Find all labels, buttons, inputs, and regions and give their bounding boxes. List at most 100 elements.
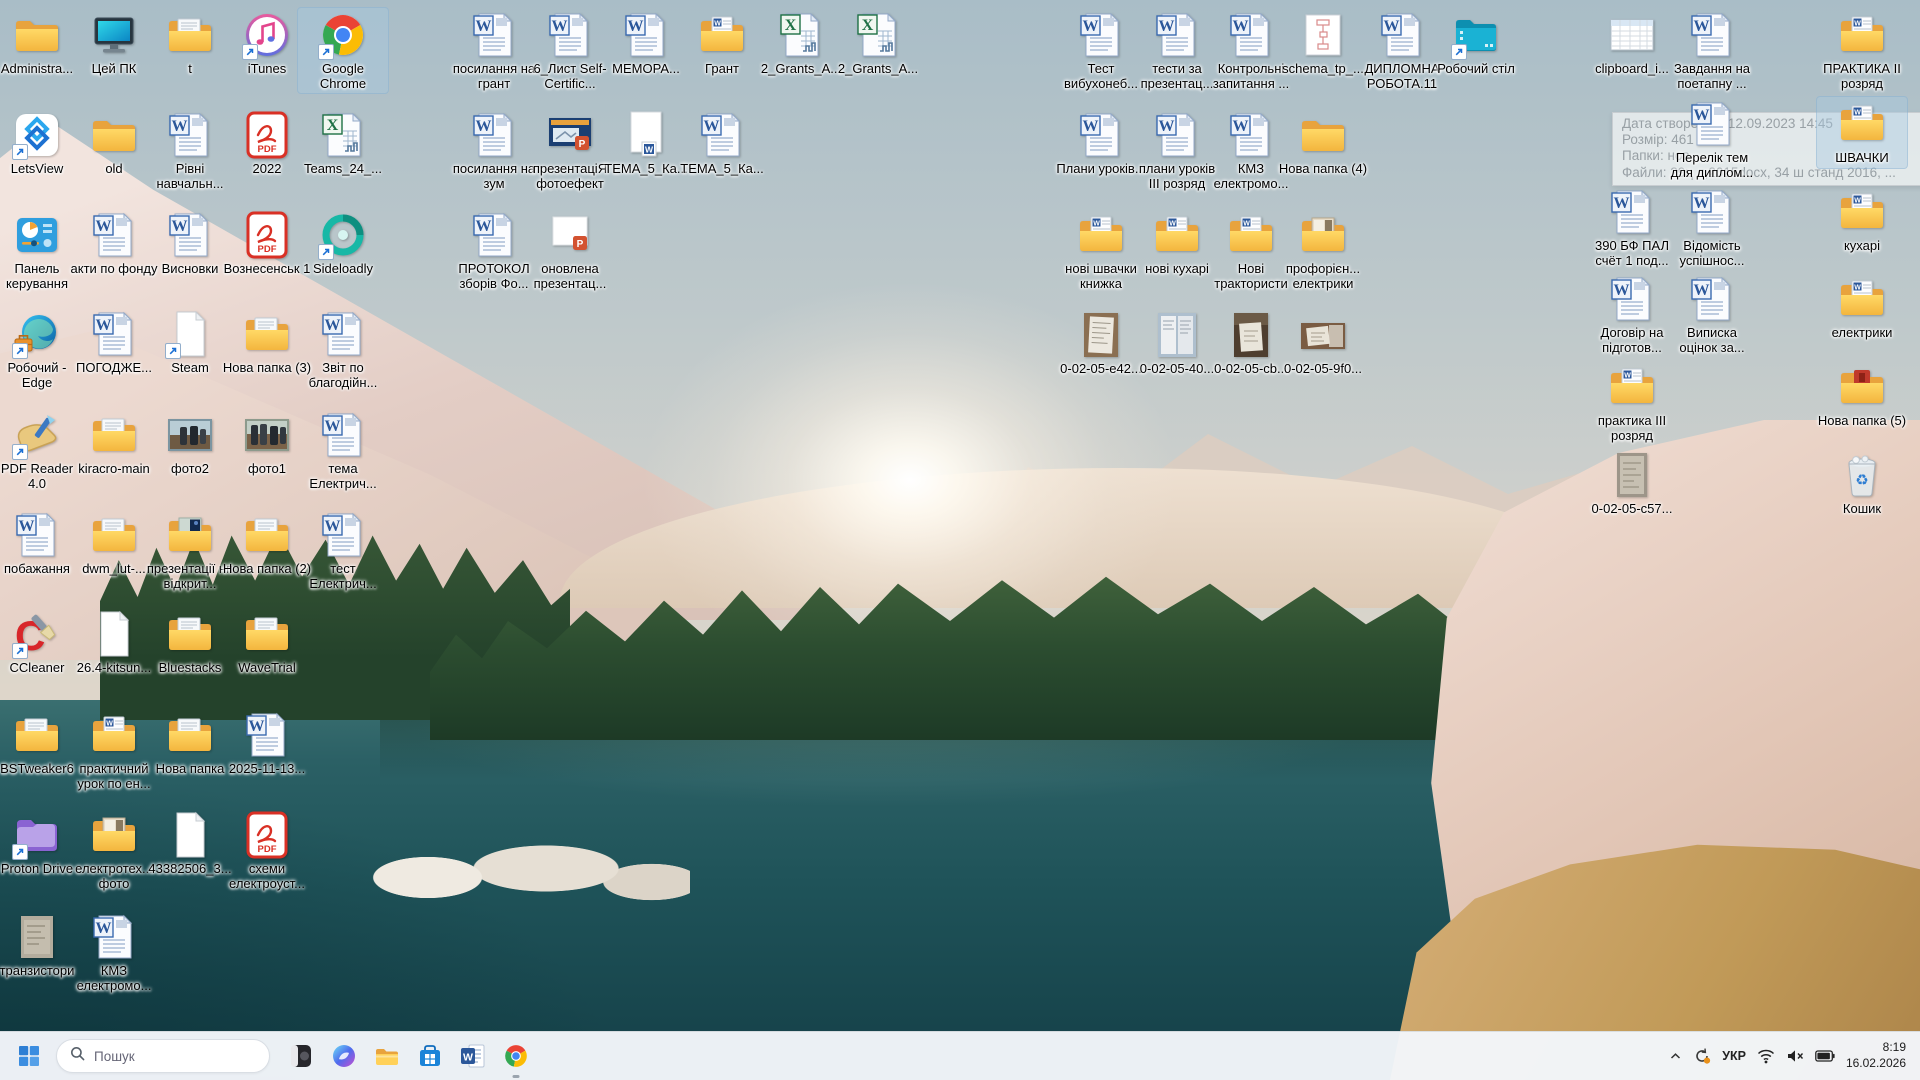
desktop-icon-label: kiracro-main bbox=[78, 462, 150, 477]
svg-text:♻: ♻ bbox=[1855, 471, 1868, 489]
desktop-icon[interactable]: Sideloadly bbox=[298, 208, 388, 279]
desktop-icon[interactable]: Wтема Електрич... bbox=[298, 408, 388, 493]
microsoft-store-icon[interactable] bbox=[415, 1041, 445, 1071]
desktop-icon[interactable]: Wкухарі bbox=[1817, 185, 1907, 256]
desktop-icon-label: 2025-11-13... bbox=[229, 762, 305, 777]
word-icon: W bbox=[622, 11, 670, 59]
dark-app-icon[interactable] bbox=[286, 1041, 316, 1071]
desktop-icon[interactable]: schema_tp_... bbox=[1278, 8, 1368, 79]
desktop-icon-label: Робочий стіл bbox=[1437, 62, 1515, 77]
desktop-icon[interactable]: 0-02-05-c57... bbox=[1587, 448, 1677, 519]
svg-text:W: W bbox=[96, 317, 112, 334]
excel-icon: X bbox=[319, 111, 367, 159]
file-explorer-icon[interactable] bbox=[372, 1041, 402, 1071]
search-input[interactable]: Пошук bbox=[56, 1039, 270, 1073]
folderpage-icon bbox=[90, 511, 138, 559]
desktop-icon[interactable]: WВиписка оцінок за... bbox=[1667, 272, 1757, 357]
desktop-icon[interactable]: WДоговір на підготов... bbox=[1587, 272, 1677, 357]
desktop-icon-label: Steam bbox=[171, 361, 209, 376]
desktop-icon[interactable]: WГрант bbox=[677, 8, 767, 79]
chrome-app-icon[interactable] bbox=[501, 1041, 531, 1071]
search-placeholder: Пошук bbox=[94, 1049, 135, 1064]
scan4-icon bbox=[1299, 311, 1347, 359]
pdfreader-icon bbox=[13, 411, 61, 459]
desktop-icon-label: 2_Grants_A... bbox=[838, 62, 918, 77]
desktop-icon[interactable]: Wелектрики bbox=[1817, 272, 1907, 343]
word-icon: W bbox=[1077, 111, 1125, 159]
language-indicator[interactable]: УКР bbox=[1722, 1049, 1746, 1063]
desktop-icon[interactable]: WТЕМА_5_Ка... bbox=[677, 108, 767, 179]
svg-text:W: W bbox=[1694, 18, 1710, 35]
desktop-icon-label: 2022 bbox=[253, 162, 282, 177]
desktop-icon[interactable]: WПРАКТИКА ІІ розряд bbox=[1817, 8, 1907, 93]
tray-chevron-up-icon[interactable] bbox=[1669, 1050, 1682, 1063]
desktop-icon-label: профорієн... електрики bbox=[1278, 262, 1368, 291]
svg-text:W: W bbox=[1694, 282, 1710, 299]
clock-time: 8:19 bbox=[1846, 1040, 1906, 1056]
desktop-icon[interactable]: WПерелік тем для диплом... bbox=[1667, 97, 1757, 182]
taskbar: Пошук W УКР bbox=[0, 1031, 1920, 1080]
desktop-icon[interactable]: XTeams_24_... bbox=[298, 108, 388, 179]
desktop-icon-label: WaveTrial bbox=[238, 661, 296, 676]
folderpage-icon bbox=[90, 411, 138, 459]
desktop-icon[interactable]: ♻Кошик bbox=[1817, 448, 1907, 519]
desktop-icon[interactable]: clipboard_i... bbox=[1587, 8, 1677, 79]
word-app-icon[interactable]: W bbox=[458, 1041, 488, 1071]
copilot-icon[interactable] bbox=[329, 1041, 359, 1071]
desktop-icon[interactable]: WaveTrial bbox=[222, 607, 312, 678]
svg-text:W: W bbox=[96, 920, 112, 937]
pc-icon bbox=[90, 11, 138, 59]
volume-muted-icon[interactable] bbox=[1786, 1048, 1804, 1064]
desktop-icon[interactable]: W390 БФ ПАЛ счёт 1 под... bbox=[1587, 185, 1677, 270]
desktop-icon[interactable]: Робочий стіл bbox=[1431, 8, 1521, 79]
scangrey-icon bbox=[1608, 451, 1656, 499]
system-tray: УКР bbox=[1669, 1040, 1920, 1071]
word-icon: W bbox=[243, 711, 291, 759]
svg-text:W: W bbox=[645, 145, 654, 155]
word-icon: W bbox=[166, 211, 214, 259]
desktop-icon[interactable]: Нова папка (5) bbox=[1817, 360, 1907, 431]
desktop-icon[interactable]: X2_Grants_A... bbox=[833, 8, 923, 79]
svg-text:W: W bbox=[714, 21, 721, 28]
desktop-icon-label: Перелік тем для диплом... bbox=[1667, 151, 1757, 180]
desktop-icon[interactable]: Wпрактика ІІІ розряд bbox=[1587, 360, 1677, 445]
desktop-icon[interactable]: Pоновлена презентац... bbox=[525, 208, 615, 293]
folderdoc-icon: W bbox=[1153, 211, 1201, 259]
desktop-icon[interactable]: WШВАЧКИ bbox=[1817, 97, 1907, 168]
start-button[interactable] bbox=[12, 1039, 46, 1073]
svg-text:P: P bbox=[577, 239, 584, 250]
shortcut-arrow-icon bbox=[12, 643, 28, 659]
desktop-icon[interactable]: WЗвіт по благодійн... bbox=[298, 307, 388, 392]
folderpage-icon bbox=[13, 711, 61, 759]
word-icon: W bbox=[1688, 11, 1736, 59]
word-icon: W bbox=[1153, 11, 1201, 59]
desktop-icon[interactable]: профорієн... електрики bbox=[1278, 208, 1368, 293]
word-icon: W bbox=[1608, 275, 1656, 323]
desktop-icon-label: 0-02-05-40... bbox=[1140, 362, 1214, 377]
svg-text:W: W bbox=[1159, 118, 1175, 135]
sync-status-icon[interactable] bbox=[1693, 1047, 1711, 1065]
letsview-icon bbox=[13, 111, 61, 159]
folderpage-icon bbox=[166, 610, 214, 658]
svg-text:W: W bbox=[704, 118, 720, 135]
desktop-icon[interactable]: Wтест Електрич... bbox=[298, 508, 388, 593]
desktop-icon-label: schema_tp_... bbox=[1282, 62, 1364, 77]
desktop-icon-label: транзистори bbox=[0, 964, 74, 979]
desktop-icon[interactable]: W 2025-11-13... bbox=[222, 708, 312, 779]
desktop-icon[interactable]: Нова папка (4) bbox=[1278, 108, 1368, 179]
clock[interactable]: 8:19 16.02.2026 bbox=[1846, 1040, 1906, 1071]
svg-text:X: X bbox=[785, 17, 797, 34]
wifi-icon[interactable] bbox=[1757, 1048, 1775, 1064]
desktop-icon[interactable]: Google Chrome bbox=[298, 8, 388, 93]
folderpurple-icon bbox=[13, 811, 61, 859]
desktop-icon[interactable]: WКМЗ електромо... bbox=[69, 910, 159, 995]
desktop-icon[interactable]: 0-02-05-9f0... bbox=[1278, 308, 1368, 379]
desktop-icon[interactable]: WВідомість успішнос... bbox=[1667, 185, 1757, 270]
word-icon: W bbox=[698, 111, 746, 159]
folderpage-icon bbox=[166, 711, 214, 759]
battery-icon[interactable] bbox=[1815, 1050, 1835, 1062]
svg-text:W: W bbox=[1854, 198, 1861, 205]
desktop-icon[interactable]: PDFсхеми електроуст... bbox=[222, 808, 312, 893]
desktop-icon[interactable]: WЗавдання на поетапну ... bbox=[1667, 8, 1757, 93]
desktop-icon-label: ПОГОДЖЕ... bbox=[76, 361, 152, 376]
